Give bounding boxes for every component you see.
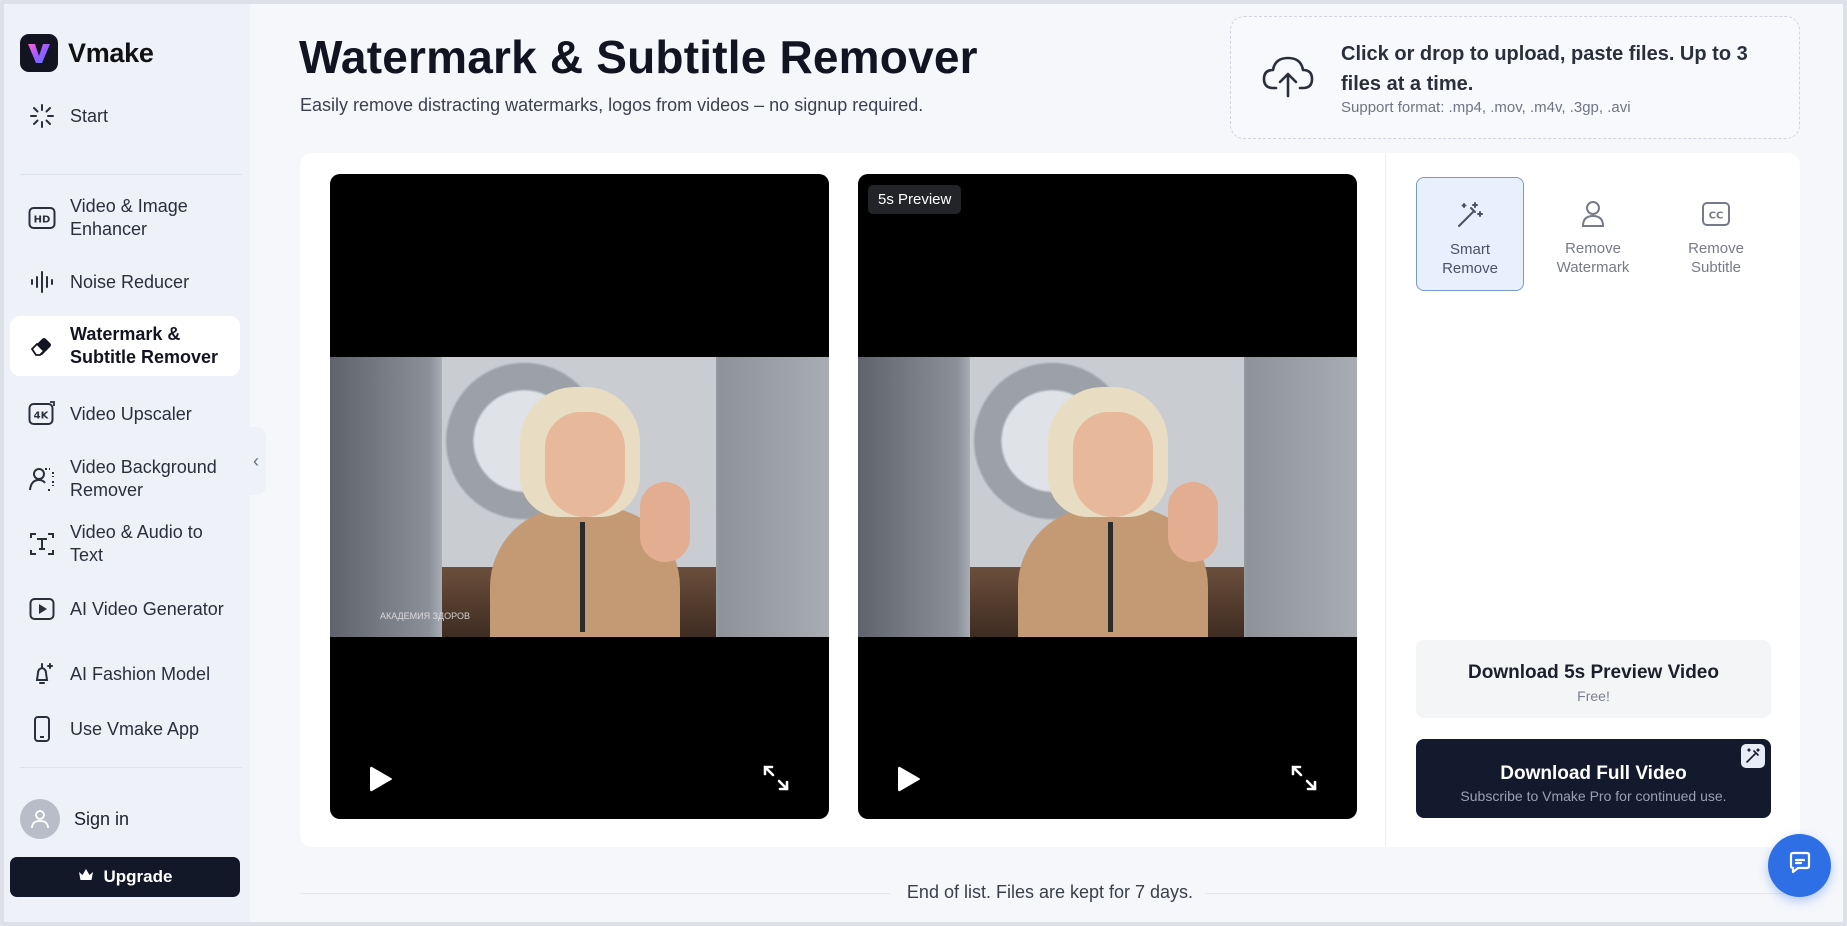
end-of-list-note: End of list. Files are kept for 7 days. <box>300 882 1800 903</box>
sidebar-divider <box>20 174 242 175</box>
tool-label: Remove Subtitle <box>1688 240 1744 276</box>
sidebar-divider <box>20 767 242 768</box>
sidebar-item-label: AI Fashion Model <box>70 663 211 684</box>
chat-icon <box>1787 850 1813 881</box>
sign-in-label: Sign in <box>74 808 130 829</box>
sidebar-item-label: Start <box>70 105 109 126</box>
svg-text:4K: 4K <box>34 411 50 422</box>
hanger-sparkle-icon <box>28 660 56 688</box>
play-square-icon <box>28 595 56 623</box>
spinner-icon <box>28 102 56 130</box>
text-scan-icon <box>28 530 56 558</box>
sidebar-item-label: Video & Image Enhancer <box>70 196 188 239</box>
video-frame <box>858 357 1357 637</box>
play-icon[interactable] <box>896 764 922 794</box>
upgrade-label: Upgrade <box>103 867 173 886</box>
chat-support-button[interactable] <box>1768 834 1831 897</box>
sidebar-item-use-vmake-app[interactable]: Use Vmake App <box>10 709 240 749</box>
upgrade-button[interactable]: Upgrade <box>10 857 240 897</box>
upload-instructions: Click or drop to upload, paste files. Up… <box>1341 43 1748 95</box>
chevron-left-icon: ‹ <box>253 450 259 471</box>
sidebar-item-start[interactable]: Start <box>10 96 240 136</box>
app-name: Vmake <box>68 37 154 68</box>
sidebar-item-label: Use Vmake App <box>70 718 200 739</box>
fullscreen-icon[interactable] <box>762 764 790 792</box>
svg-text:HD: HD <box>34 215 51 226</box>
end-of-list-text: End of list. Files are kept for 7 days. <box>894 882 1206 902</box>
download-preview-sub: Free! <box>1577 688 1610 704</box>
magic-wand-icon <box>1455 200 1485 230</box>
magic-wand-icon <box>1741 744 1765 768</box>
cloud-upload-icon <box>1261 52 1315 100</box>
tool-smart-remove[interactable]: Smart Remove <box>1416 177 1524 291</box>
upload-dropzone[interactable]: Click or drop to upload, paste files. Up… <box>1230 16 1800 139</box>
download-preview-button[interactable]: Download 5s Preview Video Free! <box>1416 640 1771 718</box>
sidebar-item-video-background-remover[interactable]: Video Background Remover <box>10 451 240 507</box>
preview-video-player[interactable]: 5s Preview <box>858 174 1357 819</box>
person-dashed-icon <box>28 465 56 493</box>
download-full-button[interactable]: Download Full Video Subscribe to Vmake P… <box>1416 739 1771 818</box>
original-video-player[interactable]: АКАДЕМИЯ ЗДОРОВ <box>330 174 829 819</box>
sidebar-item-label: Video & Audio to Text <box>70 522 203 565</box>
sidebar-item-label: Video Background Remover <box>70 457 217 500</box>
sidebar-item-video-image-enhancer[interactable]: HD Video & Image Enhancer <box>10 190 240 246</box>
tool-remove-subtitle[interactable]: CC Remove Subtitle <box>1662 177 1770 291</box>
sidebar-item-label: Video Upscaler <box>70 403 192 424</box>
download-preview-label: Download 5s Preview Video <box>1468 662 1719 683</box>
phone-icon <box>28 715 56 743</box>
download-full-label: Download Full Video <box>1500 763 1687 784</box>
avatar <box>20 799 60 839</box>
sidebar-item-video-audio-to-text[interactable]: Video & Audio to Text <box>10 516 240 572</box>
sidebar-collapse-button[interactable]: ‹ <box>246 427 266 495</box>
fullscreen-icon[interactable] <box>1290 764 1318 792</box>
cc-icon: CC <box>1701 199 1731 229</box>
card-divider <box>1385 153 1386 847</box>
vmake-logo-icon <box>20 34 58 72</box>
crown-icon <box>78 867 94 887</box>
page-title: Watermark & Subtitle Remover <box>299 31 978 83</box>
video-frame: АКАДЕМИЯ ЗДОРОВ <box>330 357 829 637</box>
4k-icon: 4K <box>28 400 56 428</box>
preview-badge: 5s Preview <box>868 185 962 214</box>
play-icon[interactable] <box>368 764 394 794</box>
sidebar: Vmake Start HD Video & Image Enhancer No… <box>4 4 250 922</box>
waveform-icon <box>28 268 56 296</box>
tool-label: Smart Remove <box>1442 241 1498 277</box>
sidebar-item-video-upscaler[interactable]: 4K Video Upscaler <box>10 394 240 434</box>
sidebar-item-label: Noise Reducer <box>70 271 190 292</box>
logo[interactable]: Vmake <box>20 34 154 72</box>
sign-in-button[interactable]: Sign in <box>20 799 129 839</box>
sidebar-item-ai-video-generator[interactable]: AI Video Generator <box>10 589 240 629</box>
user-outline-icon <box>1578 199 1608 229</box>
sidebar-item-noise-reducer[interactable]: Noise Reducer <box>10 262 240 302</box>
upload-formats: Support format: .mp4, .mov, .m4v, .3gp, … <box>1341 99 1631 116</box>
sidebar-item-ai-fashion-model[interactable]: AI Fashion Model <box>10 654 240 694</box>
eraser-icon <box>28 332 56 360</box>
page-subtitle: Easily remove distracting watermarks, lo… <box>300 95 924 115</box>
sidebar-item-label: AI Video Generator <box>70 598 224 619</box>
hd-icon: HD <box>28 204 56 232</box>
sidebar-item-watermark-subtitle-remover[interactable]: Watermark & Subtitle Remover <box>10 316 240 376</box>
download-full-sub: Subscribe to Vmake Pro for continued use… <box>1460 788 1727 804</box>
video-watermark: АКАДЕМИЯ ЗДОРОВ <box>380 611 470 621</box>
tool-remove-watermark[interactable]: Remove Watermark <box>1539 177 1647 291</box>
sidebar-item-label: Watermark & Subtitle Remover <box>70 324 219 367</box>
tool-label: Remove Watermark <box>1556 240 1630 276</box>
svg-text:CC: CC <box>1709 211 1724 222</box>
